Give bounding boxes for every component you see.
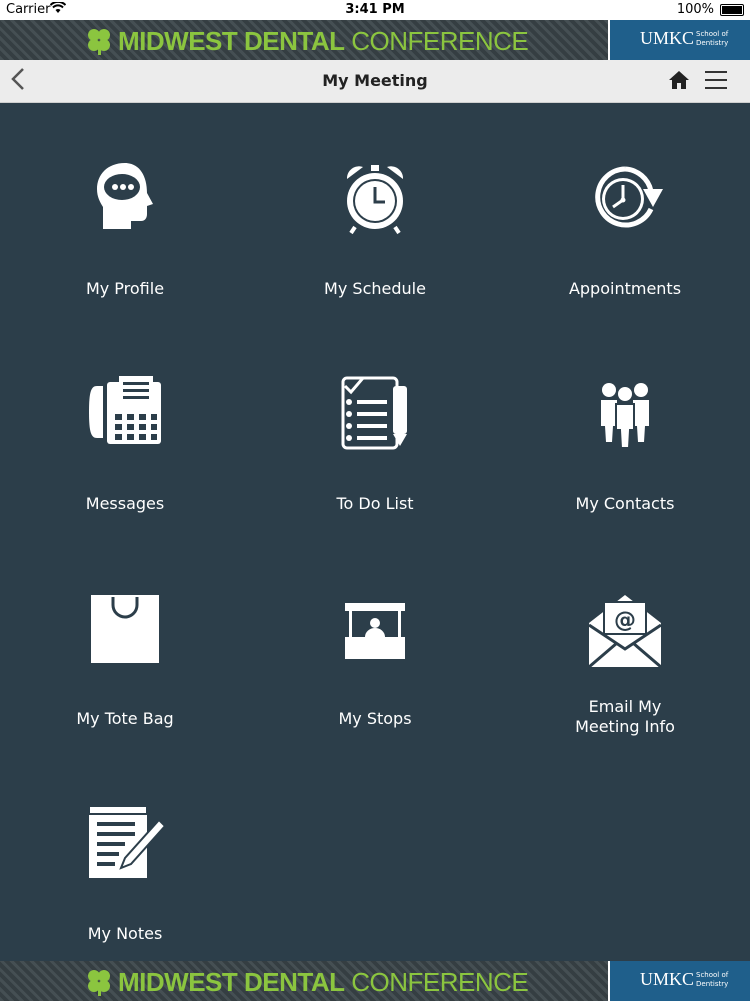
tile-my-tote-bag[interactable]: My Tote Bag [0,532,250,747]
tile-my-schedule[interactable]: My Schedule [250,102,500,317]
umkc-logo: UMKC School of Dentistry [608,20,750,60]
battery-icon [720,4,744,16]
tile-email-my-meeting-info[interactable]: @ Email My Meeting Info [500,532,750,747]
tile-my-profile[interactable]: My Profile [0,102,250,317]
booth-icon [335,587,415,667]
tile-my-stops[interactable]: My Stops [250,532,500,747]
tile-my-notes[interactable]: My Notes [0,747,250,962]
tile-label: Email My Meeting Info [500,697,750,737]
tile-label: My Schedule [324,279,426,298]
conference-banner: MIDWEST DENTAL CONFERENCE UMKC School of… [0,20,750,60]
checklist-icon [335,372,415,452]
hamburger-icon [705,71,727,73]
clover-logo-icon [84,968,114,996]
umkc-logo: UMKC School of Dentistry [608,961,750,1001]
fax-phone-icon [85,372,165,452]
banner-title-light: CONFERENCE [351,967,529,997]
clover-logo-icon [84,27,114,55]
tile-label: My Profile [85,279,165,298]
tile-my-contacts[interactable]: My Contacts [500,317,750,532]
tile-label: Appointments [568,279,682,298]
tote-bag-icon [85,587,165,667]
banner-title-light: CONFERENCE [351,26,529,56]
clock-arrow-icon [585,157,665,237]
tile-label: My Contacts [575,494,675,513]
tile-to-do-list[interactable]: To Do List [250,317,500,532]
email-icon: @ [585,587,665,669]
banner-title: MIDWEST DENTAL CONFERENCE [118,966,529,998]
tile-label: My Tote Bag [76,709,174,728]
banner-title: MIDWEST DENTAL CONFERENCE [118,25,529,57]
notes-icon [85,802,167,882]
profile-head-icon [85,157,165,237]
nav-bar: My Meeting [0,60,750,103]
home-icon [669,71,689,89]
banner-title-bold: MIDWEST DENTAL [118,967,345,997]
conference-banner-footer: MIDWEST DENTAL CONFERENCE UMKC School of… [0,961,750,1001]
tile-label: To Do List [336,494,414,513]
tile-label-line1: Email My [588,697,662,716]
tile-label: My Stops [338,709,412,728]
tile-label-line2: Meeting Info [575,717,675,736]
page-title: My Meeting [322,71,428,90]
status-bar: Carrier 3:41 PM 100% [0,0,750,20]
umkc-sub: School of Dentistry [696,971,729,988]
umkc-sub: School of Dentistry [696,30,729,47]
umkc-name: UMKC [640,969,695,989]
tile-label: My Notes [87,924,163,943]
menu-button[interactable] [705,71,727,89]
banner-title-bold: MIDWEST DENTAL [118,26,345,56]
tile-label: Messages [85,494,165,513]
tile-messages[interactable]: Messages [0,317,250,532]
tile-appointments[interactable]: Appointments [500,102,750,317]
people-icon [585,372,665,452]
alarm-clock-icon [335,157,415,237]
umkc-name: UMKC [640,28,695,48]
battery-percent: 100% [676,2,714,17]
clock-time: 3:41 PM [345,2,405,17]
home-button[interactable] [668,69,690,91]
svg-text:@: @ [614,608,636,633]
